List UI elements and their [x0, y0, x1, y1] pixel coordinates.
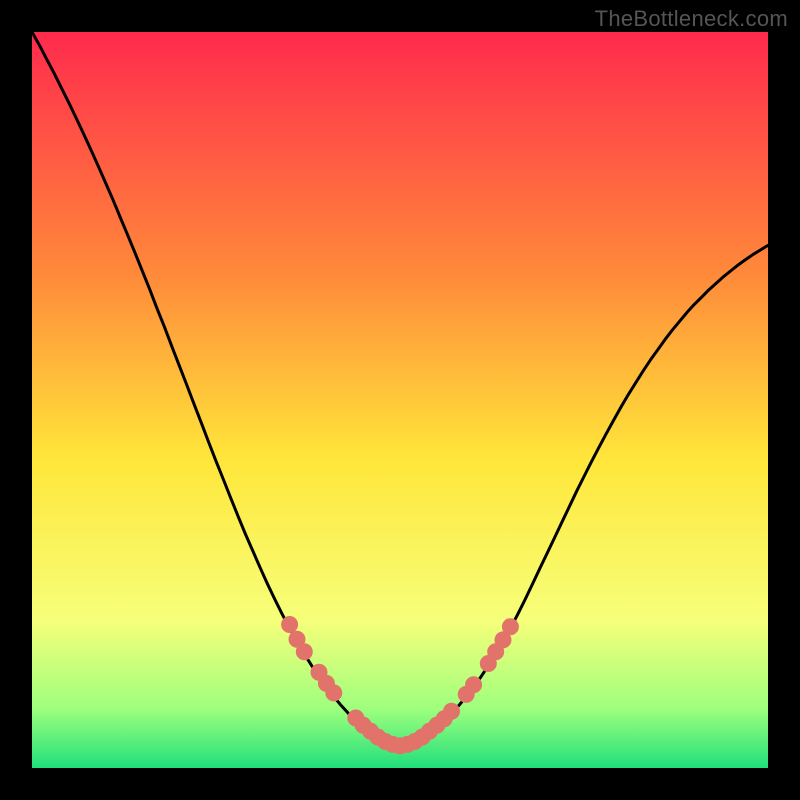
scatter-dot	[466, 677, 482, 693]
scatter-dot	[282, 617, 298, 633]
watermark-text: TheBottleneck.com	[595, 6, 788, 32]
scatter-dot	[296, 644, 312, 660]
plot-svg	[0, 0, 800, 800]
chart-container: TheBottleneck.com	[0, 0, 800, 800]
scatter-dot	[502, 619, 518, 635]
scatter-dot	[326, 685, 342, 701]
scatter-dot	[444, 703, 460, 719]
plot-background	[32, 32, 768, 768]
